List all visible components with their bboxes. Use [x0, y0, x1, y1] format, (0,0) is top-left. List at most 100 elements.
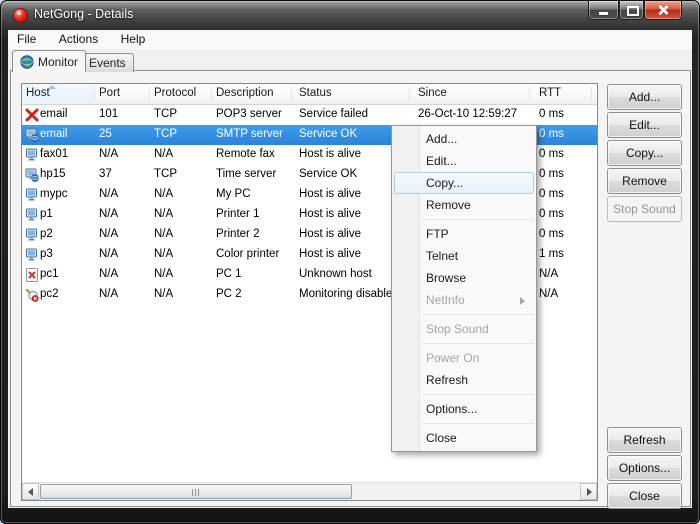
context-menu-item-browse[interactable]: Browse: [394, 267, 534, 289]
host-alive-icon: [25, 248, 39, 262]
column-header-status[interactable]: Status: [299, 87, 332, 99]
minimize-icon: [599, 12, 608, 15]
cell-port: N/A: [99, 268, 118, 280]
cell-rtt: 0 ms: [539, 208, 564, 220]
cell-since: 26-Oct-10 12:59:27: [418, 108, 517, 120]
menu-separator: [423, 394, 534, 395]
context-menu-item-netinfo: NetInfo: [394, 289, 534, 311]
menu-bar: File Actions Help: [8, 30, 692, 49]
column-separator[interactable]: [211, 86, 212, 102]
cell-host: hp15: [40, 168, 66, 180]
copy-button[interactable]: Copy...: [607, 140, 682, 166]
context-menu-item-add[interactable]: Add...: [394, 128, 534, 150]
column-separator[interactable]: [529, 86, 530, 102]
maximize-button[interactable]: [619, 1, 644, 20]
cell-protocol: N/A: [154, 248, 173, 260]
scrollbar-thumb[interactable]: [40, 484, 352, 499]
context-menu-item-copy[interactable]: Copy...: [394, 172, 534, 194]
cell-rtt: 0 ms: [539, 108, 564, 120]
cell-protocol: TCP: [154, 168, 177, 180]
column-header-port[interactable]: Port: [99, 87, 120, 99]
cell-rtt: 0 ms: [539, 228, 564, 240]
close-button[interactable]: [644, 1, 682, 20]
cell-protocol: N/A: [154, 288, 173, 300]
cell-port: N/A: [99, 228, 118, 240]
title-bar[interactable]: NetGong - Details: [0, 0, 700, 30]
context-menu: Add... Edit... Copy... Remove FTP Telnet…: [391, 125, 537, 452]
cell-rtt: 0 ms: [539, 168, 564, 180]
tab-monitor[interactable]: Monitor: [12, 50, 86, 72]
client-area: File Actions Help Events: [8, 30, 692, 508]
cell-description: Printer 1: [216, 208, 259, 220]
cell-rtt: N/A: [539, 288, 558, 300]
cell-status: Host is alive: [299, 148, 361, 160]
remove-button[interactable]: Remove: [607, 168, 682, 194]
scroll-right-button[interactable]: [580, 483, 597, 500]
column-header-host[interactable]: Host: [26, 87, 50, 99]
context-menu-item-telnet[interactable]: Telnet: [394, 245, 534, 267]
service-ok-icon: [25, 168, 39, 182]
column-separator[interactable]: [291, 86, 292, 102]
column-header-since[interactable]: Since: [418, 87, 447, 99]
menu-help[interactable]: Help: [112, 30, 155, 49]
column-separator[interactable]: [591, 86, 592, 102]
cell-port: 101: [99, 108, 118, 120]
cell-status: Service failed: [299, 108, 368, 120]
window-title: NetGong - Details: [34, 7, 133, 21]
cell-host: mypc: [40, 188, 67, 200]
context-menu-item-ftp[interactable]: FTP: [394, 223, 534, 245]
scrollbar-grip-icon: [192, 489, 200, 496]
cell-description: SMTP server: [216, 128, 283, 140]
cell-status: Monitoring disabled: [299, 288, 399, 300]
cell-status: Service OK: [299, 168, 357, 180]
context-menu-item-refresh[interactable]: Refresh: [394, 369, 534, 391]
unknown-host-icon: [25, 268, 39, 282]
cell-status: Host is alive: [299, 248, 361, 260]
host-alive-icon: [25, 148, 39, 162]
context-menu-item-edit[interactable]: Edit...: [394, 150, 534, 172]
scroll-right-icon: [587, 488, 592, 496]
cell-protocol: N/A: [154, 228, 173, 240]
column-separator[interactable]: [409, 86, 410, 102]
add-button[interactable]: Add...: [607, 84, 682, 110]
tab-strip: Events Monitor: [8, 49, 692, 71]
cell-protocol: N/A: [154, 148, 173, 160]
cell-port: N/A: [99, 148, 118, 160]
context-menu-item-close[interactable]: Close: [394, 427, 534, 449]
cell-status: Host is alive: [299, 208, 361, 220]
cell-host: p1: [40, 208, 53, 220]
edit-button[interactable]: Edit...: [607, 112, 682, 138]
tab-monitor-label: Monitor: [38, 55, 78, 69]
column-header-protocol[interactable]: Protocol: [154, 87, 196, 99]
context-menu-item-options[interactable]: Options...: [394, 398, 534, 420]
cell-protocol: TCP: [154, 108, 177, 120]
menu-file[interactable]: File: [8, 30, 45, 49]
cell-port: N/A: [99, 188, 118, 200]
context-menu-item-remove[interactable]: Remove: [394, 194, 534, 216]
column-separator[interactable]: [149, 86, 150, 102]
column-separator[interactable]: [94, 86, 95, 102]
screenshot-stage: NetGong - Details File Actions Help Even…: [0, 0, 700, 524]
refresh-button[interactable]: Refresh: [607, 427, 682, 453]
close-dialog-button[interactable]: Close: [607, 483, 682, 509]
netgong-app-icon: [13, 8, 28, 23]
column-header-description[interactable]: Description: [216, 87, 274, 99]
table-row[interactable]: email 101 TCP POP3 server Service failed…: [22, 105, 597, 125]
service-ok-icon: [25, 128, 39, 142]
cell-status: Service OK: [299, 128, 357, 140]
cell-description: PC 1: [216, 268, 242, 280]
stop-sound-button: Stop Sound: [607, 196, 682, 222]
options-button[interactable]: Options...: [607, 455, 682, 481]
context-menu-item-power-on: Power On: [394, 347, 534, 369]
minimize-button[interactable]: [588, 1, 619, 20]
scroll-left-button[interactable]: [22, 483, 39, 500]
menu-actions[interactable]: Actions: [50, 30, 107, 49]
cell-description: Remote fax: [216, 148, 275, 160]
cell-rtt: 0 ms: [539, 148, 564, 160]
cell-protocol: N/A: [154, 268, 173, 280]
cell-port: N/A: [99, 288, 118, 300]
cell-rtt: N/A: [539, 268, 558, 280]
horizontal-scrollbar[interactable]: [22, 482, 597, 500]
context-menu-item-netinfo-label: NetInfo: [426, 293, 465, 307]
column-header-rtt[interactable]: RTT: [539, 87, 561, 99]
